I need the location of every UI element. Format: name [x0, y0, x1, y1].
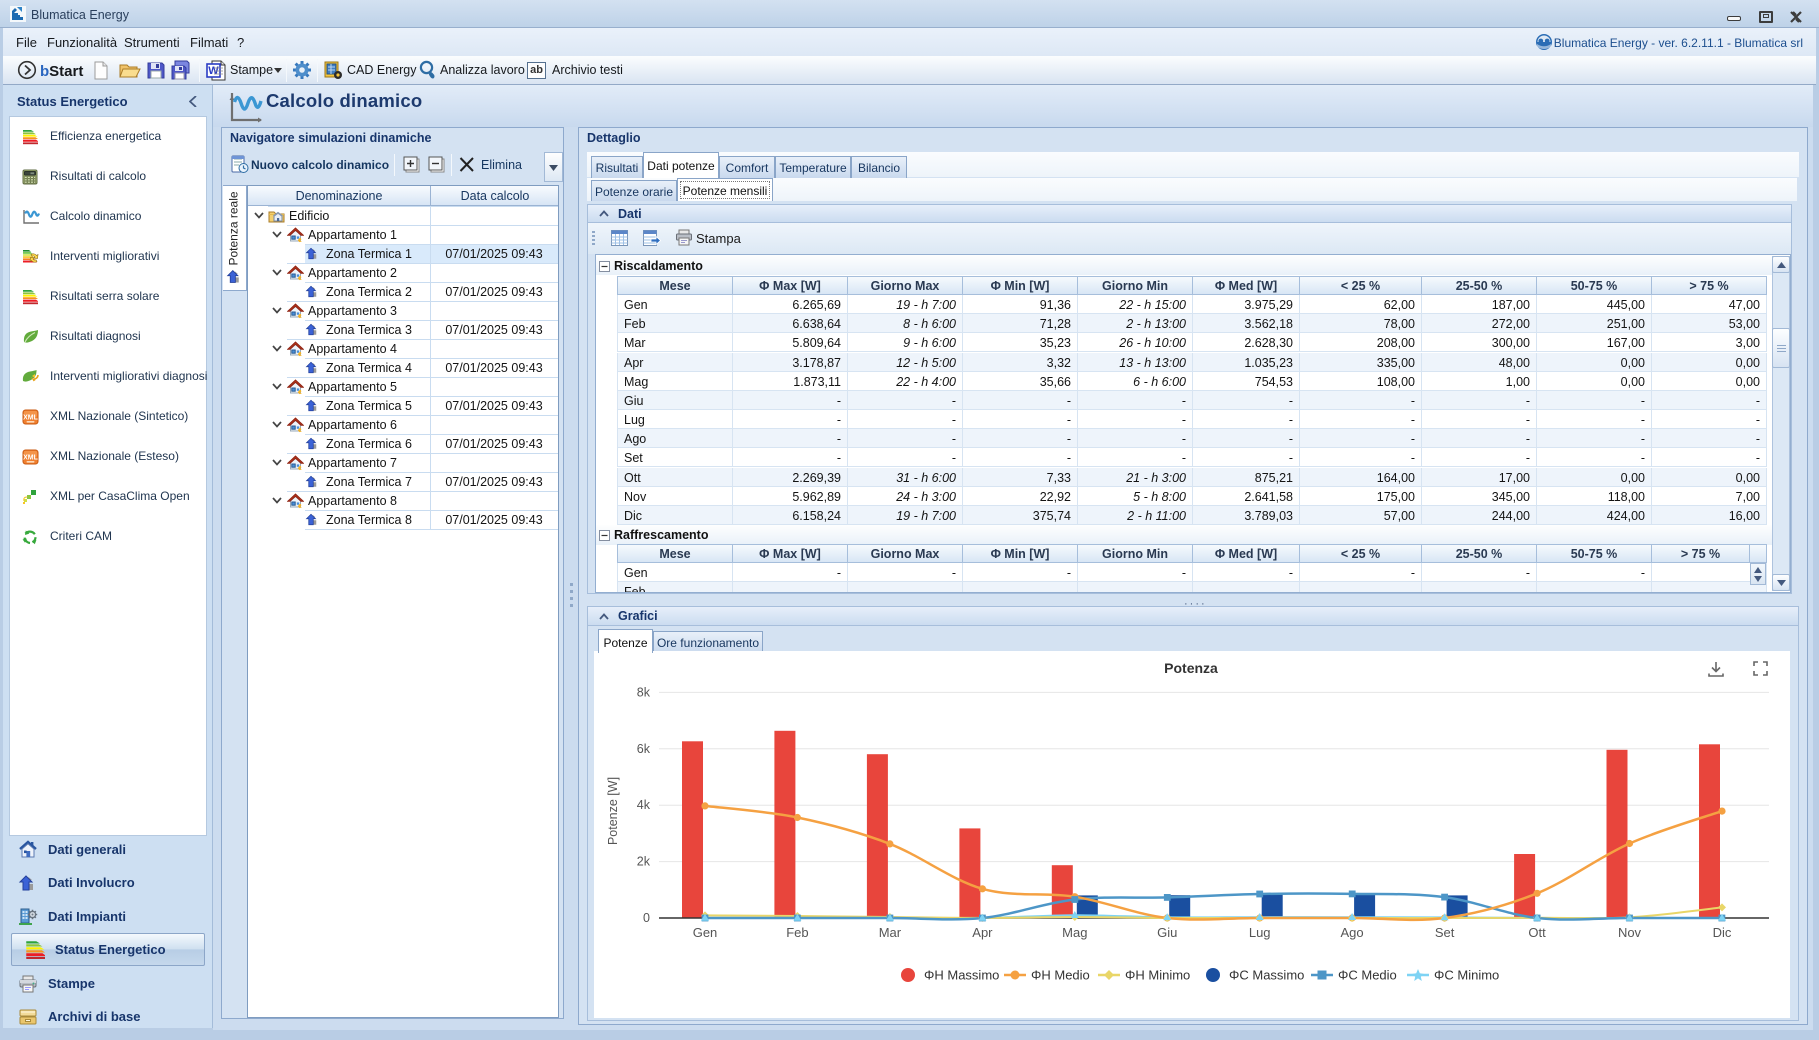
svg-text:ΦC Massimo: ΦC Massimo [1229, 968, 1304, 983]
svg-text:XML: XML [23, 455, 39, 462]
svg-text:Apr: Apr [972, 925, 993, 940]
svg-text:6k: 6k [637, 742, 651, 756]
svg-text:ΦH Minimo: ΦH Minimo [1125, 968, 1190, 983]
svg-text:XML: XML [23, 415, 39, 422]
svg-text:Mar: Mar [879, 925, 902, 940]
svg-text:Feb: Feb [786, 925, 808, 940]
svg-text:Set: Set [1435, 925, 1455, 940]
svg-text:Dic: Dic [1713, 925, 1732, 940]
svg-text:ΦC Medio: ΦC Medio [1338, 968, 1397, 983]
svg-text:Mag: Mag [1062, 925, 1087, 940]
svg-text:Lug: Lug [1249, 925, 1271, 940]
svg-text:Ott: Ott [1528, 925, 1546, 940]
svg-text:ΦC Minimo: ΦC Minimo [1434, 968, 1499, 983]
svg-text:Potenze [W]: Potenze [W] [606, 777, 620, 845]
svg-text:Potenza: Potenza [1164, 660, 1218, 676]
svg-text:ΦH Massimo: ΦH Massimo [924, 968, 999, 983]
svg-text:4k: 4k [637, 798, 651, 812]
svg-text:8k: 8k [637, 685, 651, 699]
svg-text:Gen: Gen [693, 925, 718, 940]
svg-text:2k: 2k [637, 855, 651, 869]
svg-text:Nov: Nov [1618, 925, 1642, 940]
svg-text:0: 0 [643, 911, 650, 925]
svg-text:ΦH Medio: ΦH Medio [1031, 968, 1090, 983]
svg-text:Giu: Giu [1157, 925, 1177, 940]
svg-text:Ago: Ago [1341, 925, 1364, 940]
